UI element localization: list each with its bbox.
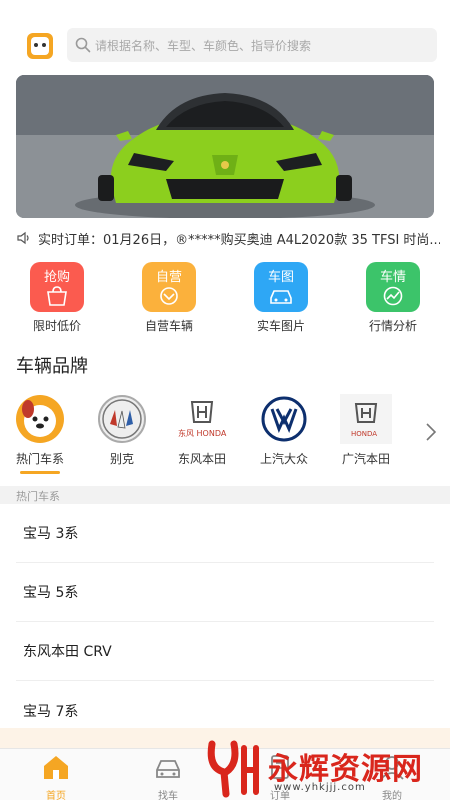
brand-label: 广汽本田: [341, 452, 390, 466]
brand-dongfeng-honda[interactable]: 东风 HONDA 东风本田: [166, 392, 238, 467]
search-placeholder: 请根据名称、车型、车颜色、指导价搜索: [95, 38, 312, 53]
hot-section-header: 热门车系: [0, 486, 450, 504]
feature-grid: 抢购 限时低价 自营 自营车辆 车图 实车图片 车情 行情分析: [0, 262, 450, 338]
promo-banner[interactable]: [16, 75, 434, 218]
svg-text:HONDA: HONDA: [351, 430, 377, 438]
feature-badge: 车情: [379, 270, 406, 285]
app-logo-icon[interactable]: [27, 33, 53, 59]
user-icon: [380, 756, 404, 780]
car-icon: [156, 760, 180, 778]
brand-label: 热门车系: [15, 452, 64, 466]
feature-self-operated[interactable]: 自营 自营车辆: [124, 262, 214, 334]
feature-badge: 抢购: [43, 270, 70, 285]
feature-label: 实车图片: [256, 319, 305, 333]
self-operated-icon: 自营: [142, 262, 196, 312]
tab-label: 我的: [382, 791, 402, 800]
tab-label: 首页: [46, 791, 66, 800]
tab-home[interactable]: 首页: [0, 753, 112, 800]
list-item[interactable]: 东风本田 CRV: [16, 622, 434, 681]
feature-market-analysis[interactable]: 车情 行情分析: [348, 262, 438, 334]
volkswagen-logo-icon: [258, 394, 310, 444]
car-photos-icon: 车图: [254, 262, 308, 312]
list-item[interactable]: 宝马 3系: [16, 504, 434, 563]
tab-label: 找车: [158, 791, 178, 800]
active-underline: [20, 471, 60, 474]
gac-honda-logo-icon: HONDA: [340, 394, 392, 444]
speaker-icon: [17, 231, 29, 245]
tab-label: 订单: [270, 791, 290, 800]
mascot-icon: [14, 394, 66, 444]
brand-row: 热门车系 别克 东风 HONDA 东风本田 上汽大众 HONDA 广汽本田: [0, 392, 450, 474]
market-analysis-icon: 车情: [366, 262, 420, 312]
order-ticker[interactable]: 实时订单：01月26日，®*****购买奥迪 A4L2020款 35 TFSI …: [0, 226, 450, 250]
list-item[interactable]: 宝马 5系: [16, 563, 434, 622]
tab-mine[interactable]: 我的: [336, 753, 448, 800]
feature-badge: 车图: [267, 270, 294, 285]
feature-car-photos[interactable]: 车图 实车图片: [236, 262, 326, 334]
tab-find-car[interactable]: 找车: [112, 753, 224, 800]
top-bar: 请根据名称、车型、车颜色、指导价搜索: [0, 28, 450, 64]
feature-flash-sale[interactable]: 抢购 限时低价: [12, 262, 102, 334]
home-icon: [44, 756, 68, 779]
chevron-right-icon[interactable]: [424, 422, 438, 442]
order-icon: [271, 755, 289, 779]
tab-orders[interactable]: 订单: [224, 753, 336, 800]
svg-text:东风 HONDA: 东风 HONDA: [178, 428, 227, 438]
feature-badge: 自营: [155, 270, 182, 285]
feature-label: 自营车辆: [144, 319, 193, 333]
car-banner-image: [16, 75, 434, 218]
search-icon: [75, 37, 91, 53]
search-input[interactable]: 请根据名称、车型、车颜色、指导价搜索: [67, 28, 437, 62]
brand-gac-honda[interactable]: HONDA 广汽本田: [330, 392, 402, 467]
brand-label: 上汽大众: [259, 452, 308, 466]
brands-title: 车辆品牌: [16, 356, 88, 377]
flash-sale-icon: 抢购: [30, 262, 84, 312]
brand-label: 东风本田: [177, 452, 226, 466]
ticker-text: 实时订单：01月26日，®*****购买奥迪 A4L2020款 35 TFSI …: [38, 233, 440, 248]
feature-label: 限时低价: [32, 319, 81, 333]
dongfeng-honda-logo-icon: 东风 HONDA: [176, 394, 228, 444]
brand-saic-vw[interactable]: 上汽大众: [248, 392, 320, 467]
feature-label: 行情分析: [368, 319, 417, 333]
footer-band: [0, 728, 450, 748]
hot-section-label: 热门车系: [16, 490, 60, 503]
brand-label: 别克: [109, 452, 134, 466]
bottom-tabbar: 首页 找车 订单 我的: [0, 748, 450, 800]
brand-buick[interactable]: 别克: [86, 392, 158, 467]
buick-logo-icon: [96, 394, 148, 444]
hot-series-list: 宝马 3系 宝马 5系 东风本田 CRV 宝马 7系: [0, 504, 450, 740]
brand-hot-series[interactable]: 热门车系: [4, 392, 76, 474]
